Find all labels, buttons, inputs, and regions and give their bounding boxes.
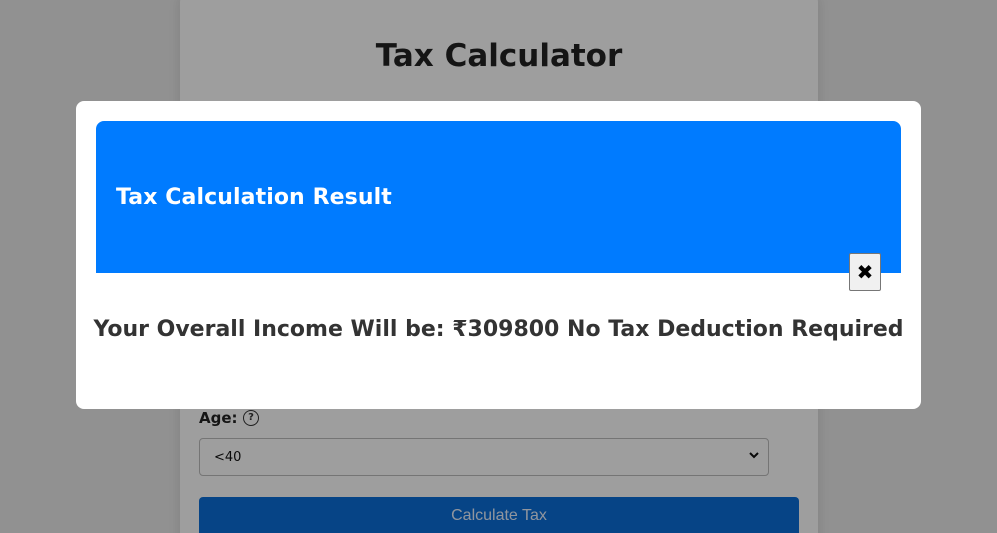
close-icon: ✖ bbox=[856, 260, 874, 284]
result-modal: Tax Calculation Result ✖ Your Overall In… bbox=[76, 101, 921, 409]
result-text: Your Overall Income Will be: ₹309800 No … bbox=[93, 317, 904, 342]
modal-header: Tax Calculation Result bbox=[96, 121, 901, 273]
modal-title: Tax Calculation Result bbox=[116, 185, 392, 210]
close-button[interactable]: ✖ bbox=[849, 253, 881, 291]
